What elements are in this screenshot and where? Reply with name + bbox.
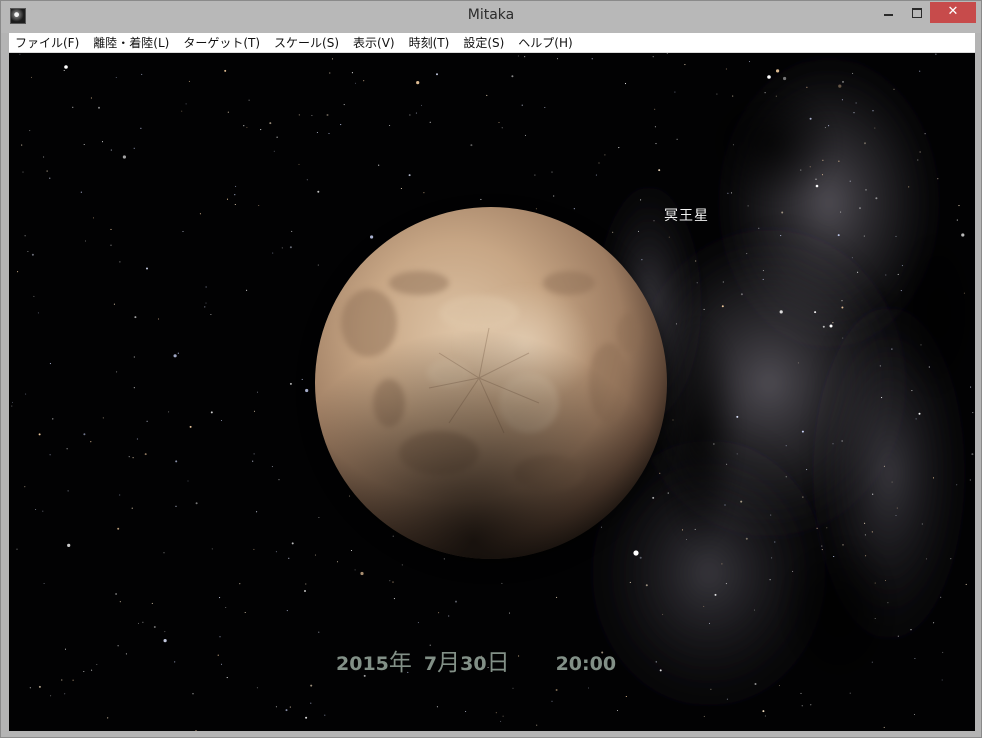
maximize-button[interactable]: [903, 2, 930, 23]
app-window: Mitaka ✕ ファイル(F) 離陸・着陸(L) ターゲット(T) スケール(…: [0, 0, 982, 738]
window-title: Mitaka: [467, 7, 515, 23]
date-day: 30: [460, 653, 487, 675]
date-month-unit: 月: [437, 650, 461, 676]
menu-bar: ファイル(F) 離陸・着陸(L) ターゲット(T) スケール(S) 表示(V) …: [9, 33, 975, 53]
close-icon: ✕: [947, 4, 959, 19]
maximize-icon: [911, 7, 922, 18]
planet-pluto[interactable]: [313, 207, 669, 567]
date-day-unit: 日: [486, 650, 510, 676]
time-of-day: 20:00: [555, 653, 617, 675]
menu-time[interactable]: 時刻(T): [402, 34, 457, 52]
menu-settings[interactable]: 設定(S): [456, 34, 511, 52]
minimize-button[interactable]: [874, 2, 903, 23]
star-field: [11, 53, 975, 731]
date-year: 2015: [336, 653, 389, 675]
menu-view[interactable]: 表示(V): [346, 34, 402, 52]
datetime-display: 2015年 7月30日 20:00: [336, 643, 616, 677]
space-viewport[interactable]: 冥王星 2015年 7月30日 20:00: [9, 53, 975, 731]
planet-label-pluto[interactable]: 冥王星: [664, 205, 709, 225]
date-year-unit: 年: [388, 650, 412, 676]
menu-help[interactable]: ヘルプ(H): [511, 34, 579, 52]
date-month: 7: [423, 653, 438, 675]
minimize-icon: [884, 13, 893, 16]
menu-takeoff-landing[interactable]: 離陸・着陸(L): [86, 34, 176, 52]
title-bar[interactable]: Mitaka ✕: [1, 1, 981, 33]
menu-file[interactable]: ファイル(F): [9, 34, 86, 52]
close-button[interactable]: ✕: [930, 2, 976, 23]
menu-target[interactable]: ターゲット(T): [176, 34, 267, 52]
menu-scale[interactable]: スケール(S): [267, 34, 346, 52]
